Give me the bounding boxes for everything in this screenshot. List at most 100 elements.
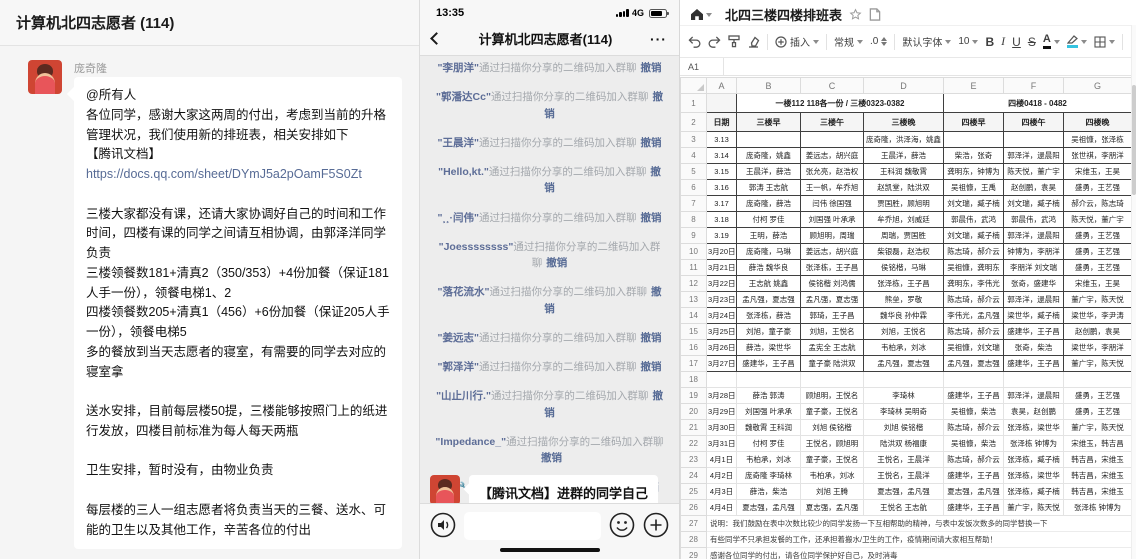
cell[interactable]: 盛勇，王艺强 [1064, 228, 1132, 244]
cell[interactable]: 盛建华，王子昌 [737, 356, 801, 372]
number-format-select[interactable]: 常规 [834, 34, 863, 49]
home-icon[interactable] [690, 8, 712, 21]
cell[interactable]: 张泽栋，臧子楠 [1004, 484, 1064, 500]
cell[interactable]: 梁世华，李朋洋 [1064, 340, 1132, 356]
cell[interactable]: 熊垒，罗敬 [864, 292, 944, 308]
cell[interactable]: 张泽栋，梁世华 [1004, 468, 1064, 484]
row-number[interactable]: 13 [681, 292, 707, 308]
cell[interactable] [707, 94, 737, 113]
back-icon[interactable] [430, 32, 443, 45]
cell[interactable]: 王科润 魏敬霄 [864, 164, 944, 180]
date-cell[interactable]: 3.17 [707, 196, 737, 212]
cell[interactable]: 宋维玉，韩吉昌 [1064, 436, 1132, 452]
plus-icon[interactable] [643, 512, 669, 538]
date-cell[interactable]: 3月28日 [707, 388, 737, 404]
cell[interactable]: 侯铭楷 刘鸿儒 [801, 276, 864, 292]
cell[interactable]: 张泽栋，王子昌 [801, 260, 864, 276]
header-cell[interactable]: 三楼晚 [864, 113, 944, 132]
cell[interactable]: 王悦名 王志航 [864, 500, 944, 516]
cell[interactable]: 周瑞，贾国胜 [864, 228, 944, 244]
cell[interactable]: 张泽栋，臧子楠 [1004, 452, 1064, 468]
revoke-link[interactable]: 撤销 [640, 212, 661, 224]
date-cell[interactable]: 3月25日 [707, 324, 737, 340]
sender-avatar[interactable] [28, 60, 62, 94]
cell[interactable]: 王晨洋，薛浩 [864, 148, 944, 164]
cell[interactable]: 盛建华，王子昌 [1004, 324, 1064, 340]
cell[interactable]: 吴祖慷，柴浩 [944, 436, 1004, 452]
header-cell[interactable]: 四楼早 [944, 113, 1004, 132]
cell[interactable]: 王明，薛浩 [737, 228, 801, 244]
cell[interactable]: 薛浩 郭涛 [737, 388, 801, 404]
cell[interactable]: 龚明东，李伟光 [944, 276, 1004, 292]
date-cell[interactable]: 3.19 [707, 228, 737, 244]
date-cell[interactable]: 3.15 [707, 164, 737, 180]
new-doc-icon[interactable] [869, 8, 881, 21]
revoke-link[interactable]: 撤销 [541, 452, 562, 464]
cell[interactable]: 牟乔旭，刘威廷 [864, 212, 944, 228]
date-cell[interactable]: 3.18 [707, 212, 737, 228]
cell[interactable]: 王悦名，顾旭明 [801, 436, 864, 452]
cell[interactable]: 赵凯堂，陆洪双 [864, 180, 944, 196]
revoke-link[interactable]: 撤销 [546, 257, 567, 269]
row-number[interactable]: 9 [681, 228, 707, 244]
row-number[interactable]: 29 [681, 548, 707, 559]
row-number[interactable]: 18 [681, 372, 707, 388]
cell[interactable]: 王一帆，牟乔旭 [801, 180, 864, 196]
font-select[interactable]: 默认字体 [902, 34, 951, 49]
cell[interactable]: 盛勇，王艺强 [1064, 180, 1132, 196]
column-header-e[interactable]: E [944, 78, 1004, 94]
cell[interactable]: 吴祖慷，张泽栋 [1064, 132, 1132, 148]
cell[interactable]: 盛勇，王艺强 [1064, 404, 1132, 420]
redo-icon[interactable] [708, 36, 721, 48]
cell[interactable]: 刘国强 叶承承 [801, 212, 864, 228]
borders-button[interactable] [1094, 36, 1115, 48]
cell[interactable]: 刘国强 叶承承 [737, 404, 801, 420]
row-number[interactable]: 24 [681, 468, 707, 484]
cell[interactable]: 刘旭，童子豪 [737, 324, 801, 340]
row-number[interactable]: 4 [681, 148, 707, 164]
row-number[interactable]: 16 [681, 340, 707, 356]
cell[interactable]: 姜远志，胡兴庭 [801, 244, 864, 260]
cell[interactable]: 盛勇，王艺强 [1064, 388, 1132, 404]
more-icon[interactable]: ··· [650, 31, 667, 47]
column-header-b[interactable]: B [737, 78, 801, 94]
date-cell[interactable]: 3月29日 [707, 404, 737, 420]
cell[interactable]: 刘旭，王悦名 [864, 324, 944, 340]
cell[interactable] [1004, 372, 1064, 388]
cell[interactable]: 王志航 姚鑫 [737, 276, 801, 292]
voice-icon[interactable] [430, 512, 456, 538]
cell[interactable]: 夏志强，孟凡强 [737, 500, 801, 516]
select-all-corner[interactable] [681, 78, 707, 94]
note-cell[interactable]: 有些同学不只承担发餐的工作，还承担着搬水/卫生的工作，疫情期间请大家相互帮助！ [707, 532, 1132, 548]
cell[interactable]: 刘文瑞，臧子楠 [1004, 196, 1064, 212]
cell[interactable]: 吴祖慷，柴浩 [944, 404, 1004, 420]
cell[interactable]: 宋维玉，王昊 [1064, 164, 1132, 180]
cell[interactable] [944, 132, 1004, 148]
cell[interactable]: 盛建华，王子昌 [944, 468, 1004, 484]
column-header-c[interactable]: C [801, 78, 864, 94]
cell[interactable]: 顾旭明，王悦名 [801, 388, 864, 404]
decimal-stepper[interactable]: .0 [870, 36, 887, 47]
cell[interactable]: 夏志强，孟凡强 [801, 500, 864, 516]
cell[interactable]: 张允亮，赵浩权 [801, 164, 864, 180]
cell[interactable]: 董广宇，陈天悦 [1064, 292, 1132, 308]
cell[interactable]: 盛建华，王子昌 [944, 500, 1004, 516]
column-header-a[interactable]: A [707, 78, 737, 94]
cell[interactable]: 孟凡强，夏志强 [944, 356, 1004, 372]
cell[interactable]: 李琦林 吴明奇 [864, 404, 944, 420]
cell[interactable] [1004, 132, 1064, 148]
row-number[interactable]: 14 [681, 308, 707, 324]
cell[interactable]: 郭涛 王志航 [737, 180, 801, 196]
row-number[interactable]: 22 [681, 436, 707, 452]
cell[interactable] [1064, 372, 1132, 388]
emoji-icon[interactable] [609, 512, 635, 538]
cell[interactable]: 闫伟 徐国强 [801, 196, 864, 212]
cell-reference-box[interactable]: A1 [680, 58, 724, 75]
sender-avatar-small[interactable] [430, 475, 460, 505]
cell[interactable]: 薛浩，柴浩 [737, 484, 801, 500]
row-number[interactable]: 20 [681, 404, 707, 420]
cell[interactable]: 张世祺，李朋洋 [1064, 148, 1132, 164]
cell[interactable]: 孟宪全 王志航 [801, 340, 864, 356]
merged-header-right[interactable]: 四楼0418 - 0482 [944, 94, 1132, 113]
cell[interactable]: 董广宇，陈天悦 [1064, 420, 1132, 436]
